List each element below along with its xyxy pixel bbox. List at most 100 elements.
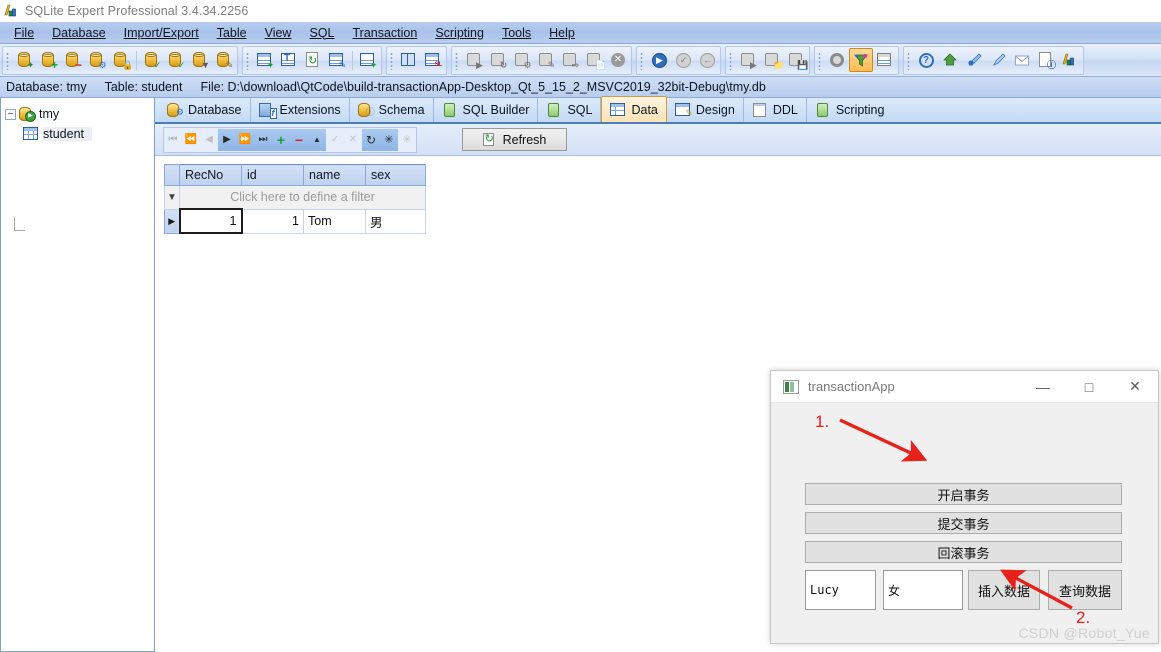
split-view-button[interactable]	[397, 48, 421, 72]
sql-view-button[interactable]: SL	[421, 48, 445, 72]
help-button[interactable]: ?	[914, 48, 938, 72]
column-header-recno[interactable]: RecNo	[179, 164, 242, 186]
column-header-sex[interactable]: sex	[365, 164, 426, 186]
refresh-record-button[interactable]: ↻	[362, 128, 380, 151]
menu-import-export[interactable]: Import/Export	[115, 24, 208, 42]
verify-database-button[interactable]: ✓	[164, 48, 188, 72]
table-design-button[interactable]: ✎	[325, 48, 349, 72]
menu-table[interactable]: Table	[208, 24, 256, 42]
next-page-button[interactable]: ⏩	[236, 128, 254, 151]
tree-item-table-student[interactable]: student	[1, 124, 154, 144]
commit-transaction-button[interactable]: ✓	[671, 48, 695, 72]
filter-button[interactable]	[849, 48, 873, 72]
maximize-button[interactable]: □	[1066, 371, 1112, 403]
remove-database-button[interactable]: −	[61, 48, 85, 72]
cell-id[interactable]: 1	[241, 208, 304, 234]
encrypt-database-button[interactable]: 🔒	[109, 48, 133, 72]
menu-database[interactable]: Database	[43, 24, 115, 42]
table-row[interactable]: ▶ 1 1 Tom 男	[164, 208, 426, 234]
toolbar-grip[interactable]	[5, 50, 11, 70]
analyze-database-button[interactable]: ✎	[212, 48, 236, 72]
new-database-button[interactable]: ✦	[13, 48, 37, 72]
toolbar-grip[interactable]	[389, 50, 395, 70]
tab-sql[interactable]: SQL	[538, 98, 602, 122]
filter-funnel-icon[interactable]: ▼	[164, 185, 180, 210]
sql-stop-button[interactable]: ✕	[606, 48, 630, 72]
menu-scripting[interactable]: Scripting	[426, 24, 493, 42]
post-edit-button[interactable]: ✓	[326, 129, 344, 151]
column-header-name[interactable]: name	[303, 164, 366, 186]
prior-record-button[interactable]: ◀	[200, 129, 218, 151]
register-button[interactable]	[986, 48, 1010, 72]
tree-expander-icon[interactable]: −	[5, 108, 16, 120]
menu-help[interactable]: Help	[540, 24, 584, 42]
tab-design[interactable]: ✎ Design	[667, 98, 744, 122]
menu-transaction[interactable]: Transaction	[343, 24, 426, 42]
toolbar-grip[interactable]	[245, 50, 251, 70]
begin-transaction-button[interactable]: 开启事务	[805, 483, 1122, 505]
last-record-button[interactable]: ⏭	[254, 128, 272, 151]
database-properties-button[interactable]: ⚙	[85, 48, 109, 72]
sql-save-button[interactable]: 📄	[582, 48, 606, 72]
new-table-button[interactable]: ✦	[253, 48, 277, 72]
grid-options-button[interactable]	[873, 48, 897, 72]
filter-placeholder[interactable]: Click here to define a filter	[179, 185, 426, 210]
open-script-button[interactable]: 📁	[760, 48, 784, 72]
cancel-edit-button[interactable]: ✕	[344, 129, 362, 151]
first-record-button[interactable]: ⏮	[164, 129, 182, 151]
tab-scripting[interactable]: Scripting	[807, 98, 893, 122]
tab-data[interactable]: Data	[601, 96, 667, 122]
query-data-button[interactable]: 查询数据	[1048, 570, 1122, 610]
refresh-button[interactable]: ↻ Refresh	[462, 128, 567, 151]
menu-view[interactable]: View	[256, 24, 301, 42]
delete-record-button[interactable]: −	[290, 128, 308, 151]
next-record-button[interactable]: ▶	[218, 128, 236, 151]
rollback-transaction-button[interactable]: ←	[695, 48, 719, 72]
refresh-table-button[interactable]: ↻	[301, 48, 325, 72]
cell-name[interactable]: Tom	[303, 208, 366, 234]
menu-sql[interactable]: SQL	[300, 24, 343, 42]
sex-input[interactable]: 女	[883, 570, 963, 610]
close-button[interactable]: ✕	[1112, 371, 1158, 403]
about-doc-button[interactable]: ⓘ	[1034, 48, 1058, 72]
edit-record-button[interactable]: ▲	[308, 128, 326, 151]
home-page-button[interactable]	[938, 48, 962, 72]
column-header-id[interactable]: id	[241, 164, 304, 186]
begin-transaction-button[interactable]: ▶	[647, 48, 671, 72]
about-button[interactable]	[1058, 48, 1082, 72]
clear-filter-button[interactable]: ✳	[380, 128, 398, 151]
rename-table-button[interactable]: T	[277, 48, 301, 72]
minimize-button[interactable]: —	[1020, 371, 1066, 403]
tab-database[interactable]: ⚙ Database	[159, 98, 251, 122]
tree-item-database-tmy[interactable]: − ▶ tmy	[1, 104, 154, 124]
support-button[interactable]	[962, 48, 986, 72]
run-script-button[interactable]: ▶	[736, 48, 760, 72]
toolbar-grip[interactable]	[906, 50, 912, 70]
rollback-transaction-button[interactable]: 回滚事务	[805, 541, 1122, 563]
apply-filter-button[interactable]: ✳	[398, 129, 416, 151]
options-button[interactable]	[825, 48, 849, 72]
toolbar-grip[interactable]	[728, 50, 734, 70]
prior-page-button[interactable]: ⏪	[182, 129, 200, 151]
add-database-button[interactable]: +	[37, 48, 61, 72]
sql-history-button[interactable]: ↻	[486, 48, 510, 72]
tab-ddl[interactable]: DDL	[744, 98, 807, 122]
toolbar-grip[interactable]	[454, 50, 460, 70]
run-sql-button[interactable]: ▶	[462, 48, 486, 72]
insert-data-button[interactable]: 插入数据	[968, 570, 1040, 610]
save-script-button[interactable]: 💾	[784, 48, 808, 72]
sql-params-button[interactable]: ⚙	[510, 48, 534, 72]
toolbar-grip[interactable]	[639, 50, 645, 70]
tab-extensions[interactable]: f Extensions	[251, 98, 350, 122]
tab-sql-builder[interactable]: SQL Builder	[434, 98, 539, 122]
insert-record-button[interactable]: +	[272, 128, 290, 151]
sql-export-button[interactable]: ⇨	[558, 48, 582, 72]
attach-database-button[interactable]: ✓	[140, 48, 164, 72]
tab-schema[interactable]: ⓘ Schema	[350, 98, 434, 122]
menu-file[interactable]: File	[5, 24, 43, 42]
compact-database-button[interactable]: ▼	[188, 48, 212, 72]
table-relations-button[interactable]: ✦	[356, 48, 380, 72]
sql-plan-button[interactable]: ✎	[534, 48, 558, 72]
dialog-title-bar[interactable]: transactionApp — □ ✕	[771, 371, 1158, 403]
name-input[interactable]: Lucy	[805, 570, 876, 610]
